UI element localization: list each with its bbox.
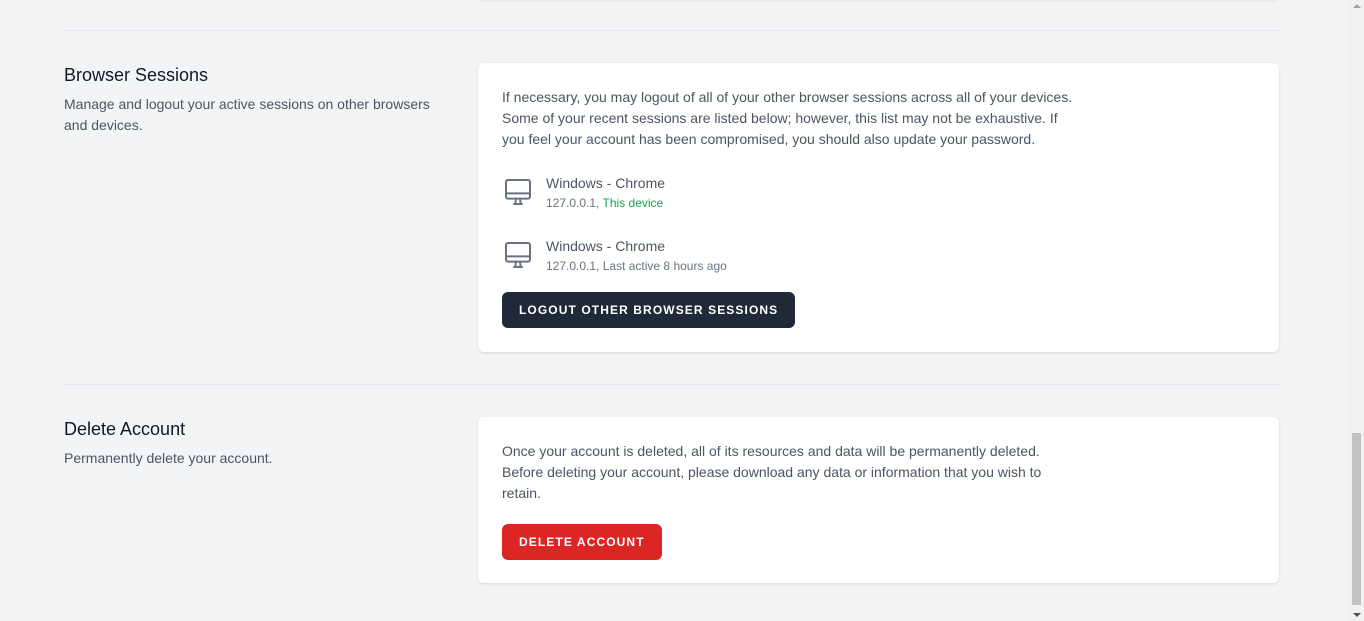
- session-meta: 127.0.0.1, Last active 8 hours ago: [546, 257, 727, 275]
- logout-other-sessions-button[interactable]: LOGOUT OTHER BROWSER SESSIONS: [502, 292, 796, 328]
- session-meta: 127.0.0.1, This device: [546, 194, 665, 212]
- section-divider: [64, 30, 1280, 31]
- browser-sessions-card: If necessary, you may logout of all of y…: [478, 63, 1279, 352]
- desktop-icon: [502, 176, 534, 208]
- session-item: Windows - Chrome 127.0.0.1, This device: [502, 173, 902, 216]
- scroll-up-arrow-icon[interactable]: [1353, 4, 1361, 8]
- scroll-down-arrow-icon[interactable]: [1353, 613, 1361, 617]
- delete-account-card: Once your account is deleted, all of its…: [478, 417, 1279, 583]
- session-device: Windows - Chrome: [546, 238, 666, 254]
- session-info: Windows - Chrome 127.0.0.1, Last active …: [546, 236, 727, 275]
- session-info: Windows - Chrome 127.0.0.1, This device: [546, 173, 665, 212]
- browser-sessions-info: If necessary, you may logout of all of y…: [502, 89, 1073, 147]
- scrollbar-thumb[interactable]: [1352, 433, 1361, 605]
- page: Browser Sessions Manage and logout your …: [0, 0, 1364, 621]
- browser-sessions-description: Manage and logout your active sessions o…: [64, 96, 430, 133]
- session-item: Windows - Chrome 127.0.0.1, Last active …: [502, 236, 902, 279]
- desktop-icon: [502, 239, 534, 271]
- delete-account-description: Permanently delete your account.: [64, 450, 273, 466]
- session-status-this-device: This device: [602, 196, 664, 210]
- delete-account-button[interactable]: DELETE ACCOUNT: [502, 524, 662, 560]
- session-ip: 127.0.0.1,: [546, 259, 600, 273]
- section-divider: [64, 384, 1280, 385]
- vertical-scrollbar[interactable]: [1349, 0, 1364, 621]
- browser-sessions-title: Browser Sessions: [64, 65, 209, 85]
- delete-account-info: Once your account is deleted, all of its…: [502, 443, 1042, 501]
- session-device: Windows - Chrome: [546, 175, 666, 191]
- delete-account-title: Delete Account: [64, 419, 186, 439]
- session-ip: 127.0.0.1,: [546, 196, 600, 210]
- session-status-last-active: Last active 8 hours ago: [602, 259, 727, 273]
